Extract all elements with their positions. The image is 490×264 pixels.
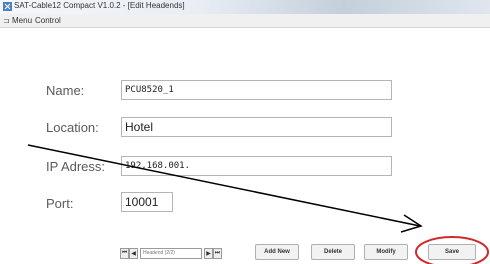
menu-item-control[interactable]: Control <box>35 16 61 25</box>
last-record-icon[interactable]: ⏭ <box>213 247 222 259</box>
location-field[interactable]: Hotel <box>121 117 392 137</box>
delete-button[interactable]: Delete <box>311 244 355 260</box>
first-record-icon[interactable]: ⏮ <box>120 247 129 259</box>
ip-address-label: IP Adress: <box>46 159 106 174</box>
name-field[interactable]: PCU8520_1 <box>121 80 392 100</box>
record-position: Headend (2/2) <box>140 247 202 259</box>
save-button[interactable]: Save <box>428 244 476 260</box>
next-record-icon[interactable]: ▶ <box>204 247 213 259</box>
app-icon <box>3 2 12 11</box>
prev-record-icon[interactable]: ◀ <box>129 247 138 259</box>
edit-headend-panel <box>0 28 490 264</box>
menu-item-menu[interactable]: Menu <box>12 16 32 25</box>
add-new-button[interactable]: Add New <box>255 244 299 260</box>
menu-bar: ⊐ Menu Control <box>0 14 490 28</box>
port-label: Port: <box>46 196 74 211</box>
ip-address-field[interactable]: 192.168.001. <box>121 156 392 176</box>
title-bar: SAT-Cable12 Compact V1.0.2 - [Edit Heade… <box>0 0 490 14</box>
name-label: Name: <box>46 83 85 98</box>
record-navigator: ⏮ ◀ Headend (2/2) ▶ ⏭ <box>120 246 222 260</box>
menu-icon: ⊐ <box>3 16 10 25</box>
window-title: SAT-Cable12 Compact V1.0.2 - [Edit Heade… <box>14 1 185 10</box>
modify-button[interactable]: Modify <box>364 244 408 260</box>
location-label: Location: <box>46 120 99 135</box>
port-field[interactable]: 10001 <box>121 192 173 212</box>
